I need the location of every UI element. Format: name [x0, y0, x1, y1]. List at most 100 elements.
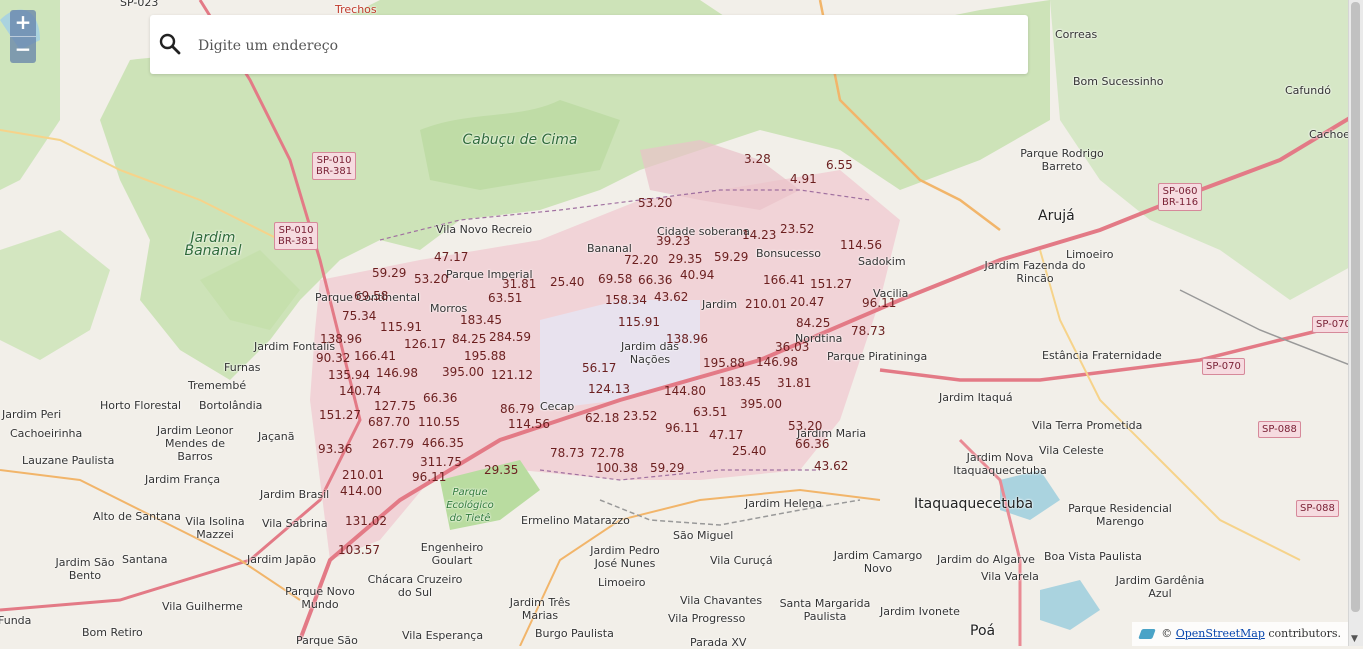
price-marker[interactable]: 131.02 [345, 514, 387, 528]
price-marker[interactable]: 151.27 [319, 408, 361, 422]
price-marker[interactable]: 84.25 [452, 332, 486, 346]
price-marker[interactable]: 69.58 [598, 272, 632, 286]
price-marker[interactable]: 69.58 [354, 289, 388, 303]
price-marker[interactable]: 39.23 [656, 234, 690, 248]
price-marker[interactable]: 56.17 [582, 361, 616, 375]
price-marker[interactable]: 66.36 [423, 391, 457, 405]
price-marker[interactable]: 29.35 [484, 463, 518, 477]
price-marker[interactable]: 23.52 [623, 409, 657, 423]
price-marker[interactable]: 40.94 [680, 268, 714, 282]
price-marker[interactable]: 96.11 [862, 296, 896, 310]
price-marker[interactable]: 140.74 [339, 384, 381, 398]
price-marker[interactable]: 114.56 [840, 238, 882, 252]
price-marker[interactable]: 121.12 [491, 368, 533, 382]
price-marker[interactable]: 72.78 [590, 446, 624, 460]
place-label: Santana [122, 553, 168, 566]
price-marker[interactable]: 63.51 [488, 291, 522, 305]
price-marker[interactable]: 110.55 [418, 415, 460, 429]
price-marker[interactable]: 31.81 [777, 376, 811, 390]
price-marker[interactable]: 146.98 [376, 366, 418, 380]
price-marker[interactable]: 115.91 [380, 320, 422, 334]
price-marker[interactable]: 183.45 [460, 313, 502, 327]
scrollbar-thumb[interactable] [1351, 2, 1360, 612]
price-marker[interactable]: 135.94 [328, 368, 370, 382]
price-marker[interactable]: 210.01 [342, 468, 384, 482]
price-marker[interactable]: 84.25 [796, 316, 830, 330]
osm-link[interactable]: OpenStreetMap [1176, 627, 1265, 640]
price-marker[interactable]: 29.35 [668, 252, 702, 266]
vertical-scrollbar[interactable]: ▼ [1348, 0, 1363, 646]
price-marker[interactable]: 66.36 [795, 437, 829, 451]
price-marker[interactable]: 3.28 [744, 152, 771, 166]
price-marker[interactable]: 687.70 [368, 415, 410, 429]
price-marker[interactable]: 195.88 [464, 349, 506, 363]
map-viewport[interactable] [0, 0, 1363, 646]
price-marker[interactable]: 146.98 [756, 355, 798, 369]
price-marker[interactable]: 138.96 [320, 332, 362, 346]
price-marker[interactable]: 72.20 [624, 253, 658, 267]
price-marker[interactable]: 395.00 [442, 365, 484, 379]
price-marker[interactable]: 59.29 [650, 461, 684, 475]
price-marker[interactable]: 103.57 [338, 543, 380, 557]
price-marker[interactable]: 96.11 [412, 470, 446, 484]
price-marker[interactable]: 20.47 [790, 295, 824, 309]
price-marker[interactable]: 78.73 [550, 446, 584, 460]
price-marker[interactable]: 466.35 [422, 436, 464, 450]
price-marker[interactable]: 124.13 [588, 382, 630, 396]
price-marker[interactable]: 210.01 [745, 297, 787, 311]
price-marker[interactable]: 14.23 [742, 228, 776, 242]
address-search-input[interactable] [196, 33, 1000, 59]
price-marker[interactable]: 53.20 [638, 196, 672, 210]
price-marker[interactable]: 151.27 [810, 277, 852, 291]
price-marker[interactable]: 144.80 [664, 384, 706, 398]
price-marker[interactable]: 47.17 [434, 250, 468, 264]
price-marker[interactable]: 93.36 [318, 442, 352, 456]
price-marker[interactable]: 166.41 [354, 349, 396, 363]
price-marker[interactable]: 195.88 [703, 356, 745, 370]
price-marker[interactable]: 25.40 [732, 444, 766, 458]
price-marker[interactable]: 78.73 [851, 324, 885, 338]
price-marker[interactable]: 62.18 [585, 411, 619, 425]
price-marker[interactable]: 25.40 [550, 275, 584, 289]
price-marker[interactable]: 53.20 [414, 272, 448, 286]
price-marker[interactable]: 166.41 [763, 273, 805, 287]
place-label: Parque Residencial Marengo [1068, 502, 1172, 528]
price-marker[interactable]: 414.00 [340, 484, 382, 498]
price-marker[interactable]: 114.56 [508, 417, 550, 431]
price-marker[interactable]: 183.45 [719, 375, 761, 389]
price-marker[interactable]: 158.34 [605, 293, 647, 307]
price-marker[interactable]: 86.79 [500, 402, 534, 416]
price-marker[interactable]: 6.55 [826, 158, 853, 172]
place-label: Jardim [702, 298, 738, 311]
price-marker[interactable]: 4.91 [790, 172, 817, 186]
price-marker[interactable]: 267.79 [372, 437, 414, 451]
place-label: Cachoeirinha [10, 427, 83, 440]
place-label: Jardim Brasil [260, 488, 330, 501]
price-marker[interactable]: 53.20 [788, 419, 822, 433]
price-marker[interactable]: 66.36 [638, 273, 672, 287]
zoom-in-button[interactable]: + [10, 10, 36, 37]
price-marker[interactable]: 100.38 [596, 461, 638, 475]
price-marker[interactable]: 43.62 [814, 459, 848, 473]
price-marker[interactable]: 59.29 [714, 250, 748, 264]
price-marker[interactable]: 115.91 [618, 315, 660, 329]
price-marker[interactable]: 36.03 [775, 340, 809, 354]
price-marker[interactable]: 31.81 [502, 277, 536, 291]
price-marker[interactable]: 59.29 [372, 266, 406, 280]
price-marker[interactable]: 138.96 [666, 332, 708, 346]
price-marker[interactable]: 90.32 [316, 351, 350, 365]
price-marker[interactable]: 96.11 [665, 421, 699, 435]
scroll-down-icon[interactable]: ▼ [1351, 634, 1358, 644]
price-marker[interactable]: 284.59 [489, 330, 531, 344]
price-marker[interactable]: 47.17 [709, 428, 743, 442]
price-marker[interactable]: 63.51 [693, 405, 727, 419]
search-icon[interactable] [158, 32, 182, 56]
price-marker[interactable]: 395.00 [740, 397, 782, 411]
price-marker[interactable]: 75.34 [342, 309, 376, 323]
price-marker[interactable]: 23.52 [780, 222, 814, 236]
price-marker[interactable]: 127.75 [374, 399, 416, 413]
price-marker[interactable]: 126.17 [404, 337, 446, 351]
price-marker[interactable]: 311.75 [420, 455, 462, 469]
zoom-out-button[interactable]: − [10, 37, 36, 63]
price-marker[interactable]: 43.62 [654, 290, 688, 304]
